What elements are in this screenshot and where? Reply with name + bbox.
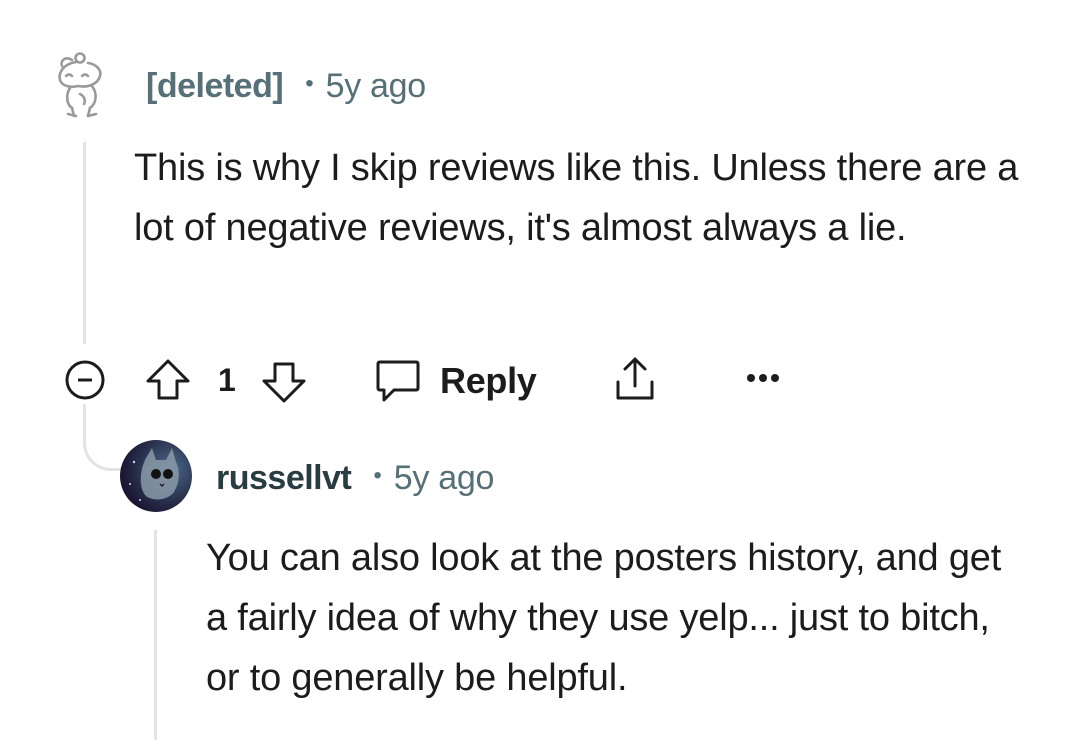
reply-thread-line[interactable] <box>154 530 157 740</box>
comment-author[interactable]: [deleted] <box>146 67 284 106</box>
reply-label: Reply <box>440 360 537 401</box>
user-avatar[interactable] <box>120 440 192 512</box>
more-horizontal-icon[interactable] <box>746 372 780 384</box>
reply-button[interactable]: Reply <box>374 352 544 408</box>
arrow-down-icon[interactable] <box>260 358 308 406</box>
deleted-user-avatar-icon <box>52 50 116 122</box>
arrow-up-icon[interactable] <box>144 356 192 404</box>
meta-separator: • <box>373 462 382 489</box>
comment-action-bar: 1 Reply <box>58 350 818 410</box>
comment-meta: [deleted] • 5y ago <box>146 64 426 108</box>
thread-connector <box>83 404 126 471</box>
comment-body: This is why I skip reviews like this. Un… <box>134 147 1019 249</box>
reply-body: You can also look at the posters history… <box>206 537 1002 699</box>
meta-separator: • <box>305 70 314 97</box>
reply-author[interactable]: russellvt <box>216 459 352 498</box>
share-icon[interactable] <box>610 354 660 404</box>
reply-meta: russellvt • 5y ago <box>216 456 494 500</box>
thread-line[interactable] <box>83 142 86 344</box>
minus-circle-icon[interactable] <box>60 359 110 401</box>
comment-timestamp[interactable]: 5y ago <box>326 67 427 106</box>
reply-timestamp[interactable]: 5y ago <box>394 459 495 498</box>
speech-bubble-icon <box>374 358 422 404</box>
vote-score: 1 <box>218 362 236 398</box>
cat-avatar-icon <box>129 448 179 501</box>
